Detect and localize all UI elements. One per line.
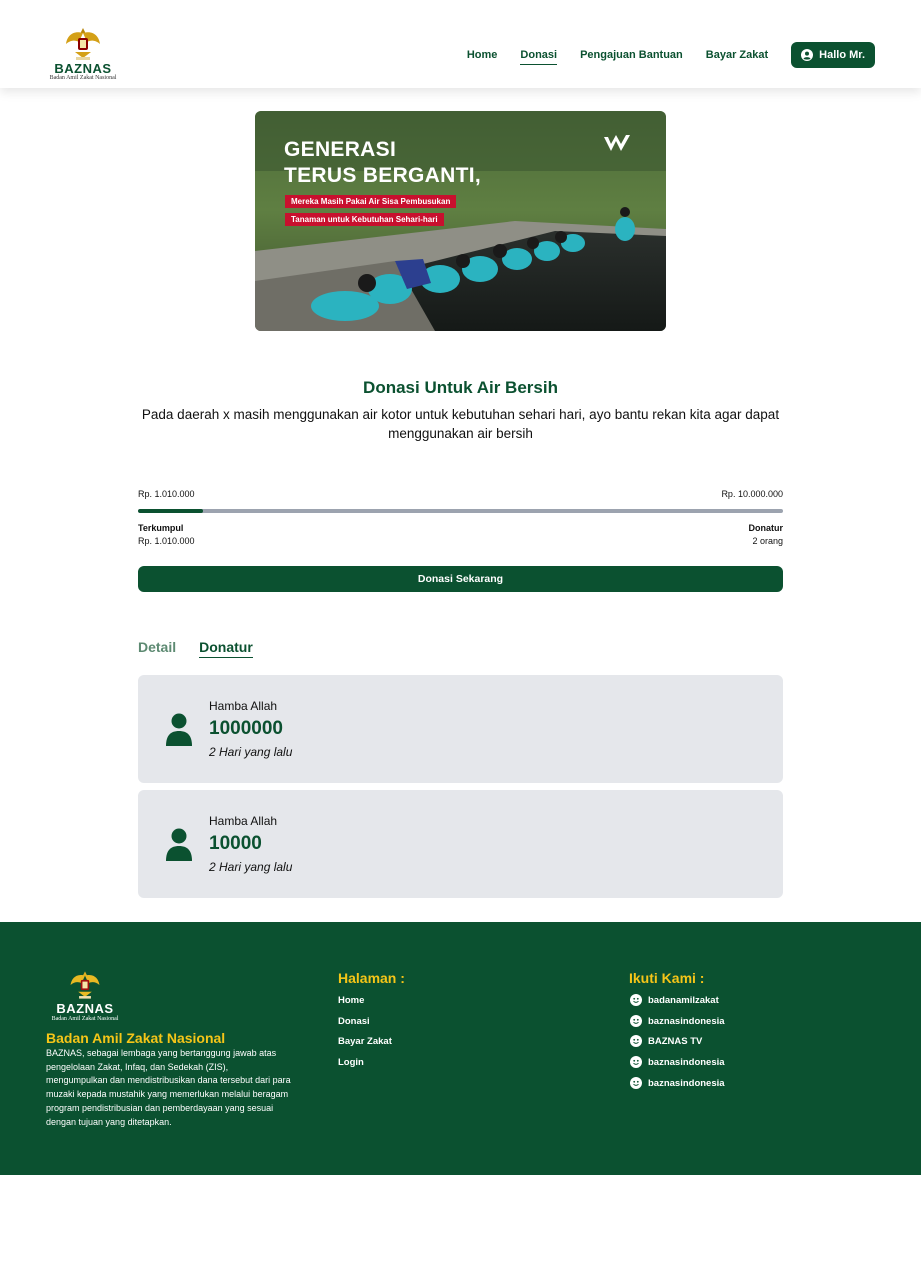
social-link-label: badanamilzakat xyxy=(648,994,719,1006)
banner-headline-line1: GENERASI xyxy=(284,138,397,161)
nav-donasi[interactable]: Donasi xyxy=(520,46,558,65)
social-link-label: baznasindonesia xyxy=(648,1077,725,1089)
banner-headline-line2: TERUS BERGANTI, xyxy=(284,164,482,187)
smiley-icon xyxy=(630,994,642,1006)
main-nav: Home Donasi Pengajuan Bantuan Bayar Zaka… xyxy=(444,42,875,68)
baznas-logo[interactable]: BAZNAS Badan Amil Zakat Nasional xyxy=(44,26,122,82)
user-circle-icon xyxy=(801,49,814,61)
banner-tag: Mereka Masih Pakai Air Sisa Pembusukan xyxy=(285,195,457,208)
footer-org-description: BAZNAS, sebagai lembaga yang bertanggung… xyxy=(46,1048,291,1127)
collected-amount-top: Rp. 1.010.000 xyxy=(138,489,195,499)
social-link-label: BAZNAS TV xyxy=(648,1035,703,1047)
social-link[interactable]: baznasindonesia xyxy=(630,1056,725,1068)
donor-card: Hamba Allah 10000 2 Hari yang lalu xyxy=(138,790,783,898)
collected-value: Rp. 1.010.000 xyxy=(138,536,195,546)
footer-link-login[interactable]: Login xyxy=(338,1057,364,1068)
donor-amount: 10000 xyxy=(209,833,262,854)
tab-donatur[interactable]: Donatur xyxy=(199,639,253,658)
campaign-tabs: Detail Donatur xyxy=(138,639,276,658)
smiley-icon xyxy=(630,1035,642,1047)
donor-time: 2 Hari yang lalu xyxy=(209,745,293,759)
user-avatar-icon xyxy=(166,828,192,861)
campaign-description: Pada daerah x masih menggunakan air koto… xyxy=(141,407,780,441)
footer-pages-title: Halaman : xyxy=(338,970,405,986)
footer-link-bayar-zakat[interactable]: Bayar Zakat xyxy=(338,1036,392,1047)
nav-pengajuan-bantuan[interactable]: Pengajuan Bantuan xyxy=(580,42,683,68)
nav-home[interactable]: Home xyxy=(467,42,498,68)
donor-card: Hamba Allah 1000000 2 Hari yang lalu xyxy=(138,675,783,783)
banner-headline: GENERASI TERUS BERGANTI, xyxy=(284,137,481,189)
progress-stats: Terkumpul Rp. 1.010.000 Donatur 2 orang xyxy=(138,522,783,548)
garuda-emblem-icon xyxy=(70,971,100,999)
progress-bar-fill xyxy=(138,509,204,513)
social-link-label: baznasindonesia xyxy=(648,1056,725,1068)
footer-link-donasi[interactable]: Donasi xyxy=(338,1016,370,1027)
campaign-banner: GENERASI TERUS BERGANTI, Mereka Masih Pa… xyxy=(255,111,666,331)
banner-tag: Tanaman untuk Kebutuhan Sehari-hari xyxy=(285,213,444,226)
footer-org-name: Badan Amil Zakat Nasional xyxy=(46,1030,226,1046)
progress-amounts: Rp. 1.010.000 Rp. 10.000.000 xyxy=(138,489,783,499)
donor-count-value: 2 orang xyxy=(752,536,783,546)
donor-amount: 1000000 xyxy=(209,718,283,739)
footer-social-title: Ikuti Kami : xyxy=(629,970,705,986)
social-link[interactable]: BAZNAS TV xyxy=(630,1035,702,1047)
user-menu-label: Hallo Mr. xyxy=(819,49,865,61)
social-link[interactable]: baznasindonesia xyxy=(630,1077,725,1089)
donor-time: 2 Hari yang lalu xyxy=(209,860,293,874)
social-link-label: baznasindonesia xyxy=(648,1015,725,1027)
footer-logo[interactable]: BAZNAS Badan Amil Zakat Nasional xyxy=(46,968,124,1023)
social-link[interactable]: baznasindonesia xyxy=(630,1015,725,1027)
target-amount: Rp. 10.000.000 xyxy=(721,489,783,499)
site-footer: BAZNAS Badan Amil Zakat Nasional Badan A… xyxy=(0,922,921,1175)
donor-count-label: Donatur xyxy=(748,523,784,533)
tab-detail[interactable]: Detail xyxy=(138,639,176,658)
nav-bayar-zakat[interactable]: Bayar Zakat xyxy=(706,42,768,68)
donor-name: Hamba Allah xyxy=(209,699,278,713)
garuda-emblem-icon xyxy=(66,28,100,60)
logo-brand: BAZNAS xyxy=(54,61,112,76)
smiley-icon xyxy=(630,1015,642,1027)
footer-link-home[interactable]: Home xyxy=(338,995,364,1006)
smiley-icon xyxy=(630,1056,642,1068)
banner-logo-icon xyxy=(604,135,630,151)
user-avatar-icon xyxy=(166,713,192,746)
campaign-title: Donasi Untuk Air Bersih xyxy=(363,378,558,397)
footer-logo-subtitle: Badan Amil Zakat Nasional xyxy=(51,1016,119,1022)
donate-now-button[interactable]: Donasi Sekarang xyxy=(138,566,783,592)
smiley-icon xyxy=(630,1077,642,1089)
collected-label: Terkumpul xyxy=(138,523,184,533)
site-header: BAZNAS Badan Amil Zakat Nasional Home Do… xyxy=(0,0,921,88)
donor-name: Hamba Allah xyxy=(209,814,278,828)
footer-logo-brand: BAZNAS xyxy=(56,1001,114,1016)
logo-subtitle: Badan Amil Zakat Nasional xyxy=(49,75,117,81)
user-menu-button[interactable]: Hallo Mr. xyxy=(791,42,875,68)
social-link[interactable]: badanamilzakat xyxy=(630,994,719,1006)
progress-bar xyxy=(138,509,783,513)
